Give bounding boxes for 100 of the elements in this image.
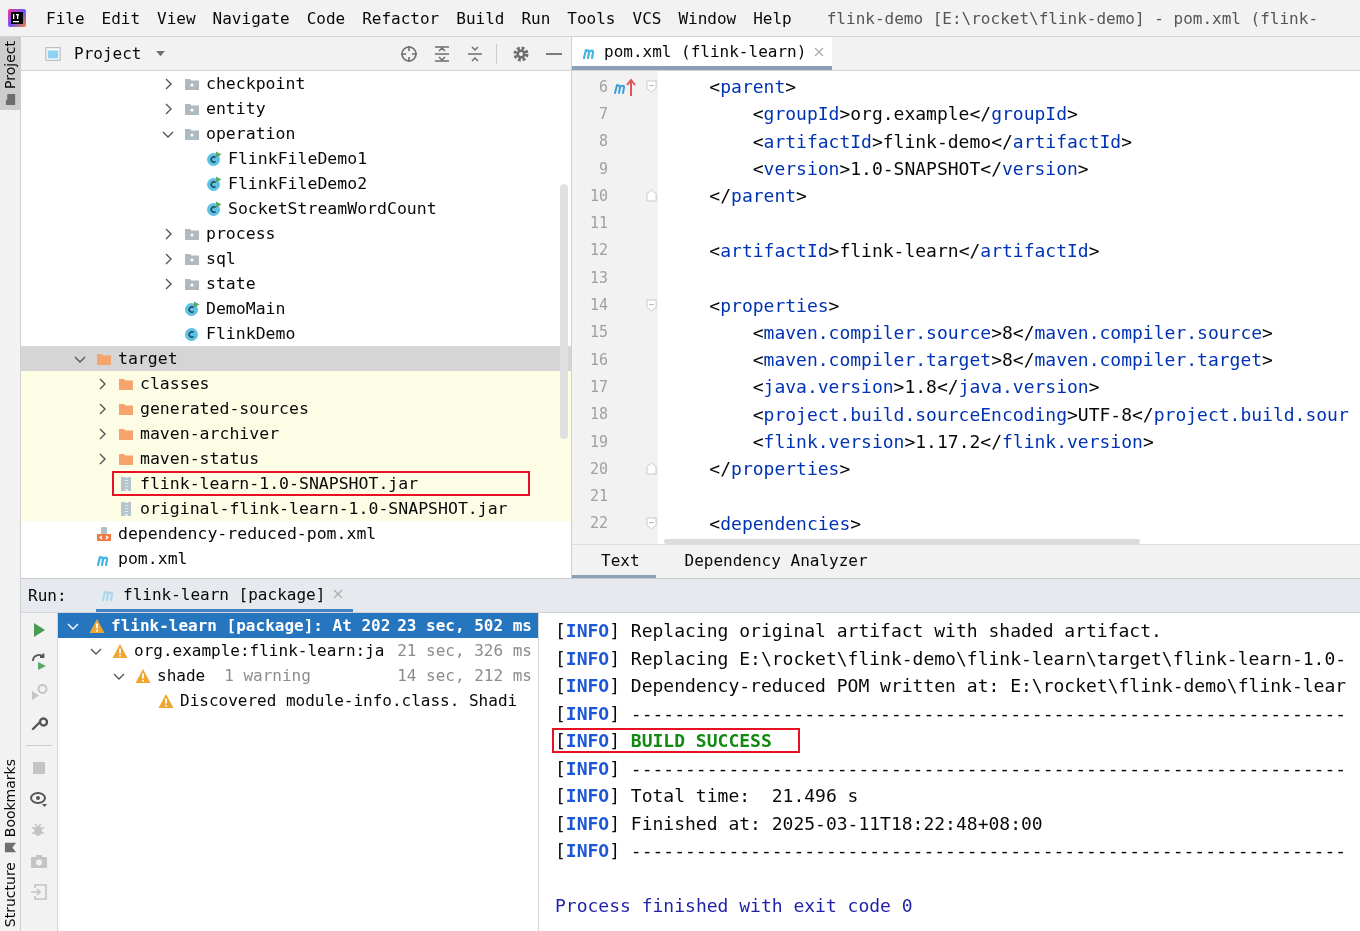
line-number: 12 xyxy=(588,241,608,260)
expand-all-icon[interactable] xyxy=(433,44,451,63)
menu-item[interactable]: Tools xyxy=(567,8,616,28)
panel-title: Run: xyxy=(27,585,68,607)
tree-item[interactable]: sql xyxy=(21,246,571,271)
tree-item[interactable]: DemoMain xyxy=(21,296,571,321)
rerun-icon[interactable] xyxy=(30,652,48,670)
override-marker-icon[interactable] xyxy=(614,76,636,97)
collapse-all-icon[interactable] xyxy=(466,44,484,63)
menu-item[interactable]: Edit xyxy=(101,8,141,28)
editor-tab[interactable]: pom.xml (flink-learn) xyxy=(572,37,833,70)
code-line: </parent> xyxy=(708,185,807,207)
archive-icon xyxy=(118,500,134,517)
menu-item[interactable]: File xyxy=(46,8,85,28)
code-line: <artifactId>flink-learn</artifactId> xyxy=(708,239,1100,261)
tree-item[interactable]: FlinkDemo xyxy=(21,321,571,346)
panel-title[interactable]: Project xyxy=(74,44,142,63)
line-number: 6 xyxy=(597,77,608,96)
eye-icon[interactable] xyxy=(30,790,48,808)
warning-count: 1 warning xyxy=(224,666,311,685)
xml-file-icon xyxy=(96,525,112,542)
console-line: [INFO] ------------------------------------------------------------------ xyxy=(554,839,1348,864)
tree-item[interactable]: process xyxy=(21,221,571,246)
tree-item[interactable]: operation xyxy=(21,121,571,146)
line-number: 15 xyxy=(588,323,608,342)
line-number: 19 xyxy=(588,432,608,451)
line-number: 10 xyxy=(588,186,608,205)
tree-item[interactable]: classes xyxy=(21,371,571,396)
tree-item[interactable]: FlinkFileDemo2 xyxy=(21,171,571,196)
menu-item[interactable]: Help xyxy=(753,8,792,28)
warning-icon xyxy=(112,642,128,659)
close-icon[interactable] xyxy=(814,46,825,57)
line-number: 21 xyxy=(588,487,608,506)
line-number: 8 xyxy=(597,132,608,151)
tool-window-tab[interactable]: Structure xyxy=(0,857,20,931)
tool-window-tab[interactable]: Project xyxy=(0,37,20,110)
runnable-class-icon xyxy=(206,175,222,192)
runnable-class-icon xyxy=(184,300,200,317)
run-tree-item[interactable]: org.example:flink-learn:ja 21 sec, 326 ms xyxy=(58,638,538,663)
window-icon xyxy=(45,45,61,62)
tree-item[interactable]: original-flink-learn-1.0-SNAPSHOT.jar xyxy=(21,496,571,521)
code-line: <version>1.0-SNAPSHOT</version> xyxy=(751,158,1089,180)
duration-text: 14 sec, 212 ms xyxy=(397,666,532,685)
line-number: 11 xyxy=(588,214,608,233)
line-number: 18 xyxy=(588,405,608,424)
scrollbar[interactable] xyxy=(560,184,568,439)
tree-item[interactable]: generated-sources xyxy=(21,396,571,421)
tree-item[interactable]: state xyxy=(21,271,571,296)
scrollbar[interactable] xyxy=(664,539,1140,544)
tool-window-tab[interactable]: Bookmarks xyxy=(0,754,20,858)
code-line: <artifactId>flink-demo</artifactId> xyxy=(751,130,1133,152)
line-number: 13 xyxy=(588,268,608,287)
code-line: <project.build.sourceEncoding>UTF-8</project.build.sour xyxy=(751,403,1349,425)
tree-item[interactable]: SocketStreamWordCount xyxy=(21,196,571,221)
editor-view-tab[interactable]: Dependency Analyzer xyxy=(655,545,884,578)
console-line: Process finished with exit code 0 xyxy=(554,894,914,919)
dropdown-caret-icon[interactable] xyxy=(155,50,167,57)
app-logo-icon[interactable] xyxy=(8,9,26,27)
menu-item[interactable]: Code xyxy=(306,8,346,28)
menu-item[interactable]: VCS xyxy=(632,8,662,28)
tree-item[interactable]: dependency-reduced-pom.xml xyxy=(21,521,571,546)
code-line: <flink.version>1.17.2</flink.version> xyxy=(751,431,1154,452)
console-line: [INFO] ------------------------------------------------------------------ xyxy=(554,701,1348,726)
menu-item[interactable]: Build xyxy=(456,8,505,28)
tree-item[interactable]: entity xyxy=(21,96,571,121)
console-line: [INFO] Dependency-reduced POM written at: E:\rocket\flink-demo\flink-lear xyxy=(554,674,1348,699)
settings-icon[interactable] xyxy=(512,44,530,63)
menu-item[interactable]: Navigate xyxy=(212,8,290,28)
tree-item[interactable]: flink-learn-1.0-SNAPSHOT.jar xyxy=(21,471,571,496)
bookmark-icon xyxy=(3,840,17,854)
archive-icon xyxy=(118,475,134,492)
menu-item[interactable]: Run xyxy=(521,8,551,28)
line-number: 22 xyxy=(588,514,608,533)
console-line: [INFO] Replacing original artifact with shaded artifact. xyxy=(554,619,1163,644)
run-tree-item[interactable]: shade 1 warning 14 sec, 212 ms xyxy=(58,663,538,688)
tree-item[interactable]: FlinkFileDemo1 xyxy=(21,146,571,171)
crosshair-icon[interactable] xyxy=(400,44,418,63)
tree-item[interactable]: maven-status xyxy=(21,446,571,471)
tree-item[interactable]: maven-archiver xyxy=(21,421,571,446)
code-line: <maven.compiler.target>8</maven.compiler.target> xyxy=(751,349,1273,371)
console-line: [INFO] Finished at: 2025-03-11T18:22:48+08:00 xyxy=(554,811,1044,836)
menu-item[interactable]: Refactor xyxy=(362,8,440,28)
tree-item[interactable]: pom.xml xyxy=(21,546,571,571)
code-line: <parent> xyxy=(708,76,797,98)
menu-item[interactable]: View xyxy=(157,8,196,28)
line-number: 17 xyxy=(588,377,608,396)
duration-text: 23 sec, 502 ms xyxy=(397,616,532,635)
run-tree-item[interactable]: flink-learn [package]: At 202 23 sec, 502 ms xyxy=(58,613,538,638)
tree-item[interactable]: target xyxy=(21,346,571,371)
tree-item[interactable]: checkpoint xyxy=(21,71,571,96)
folder-icon xyxy=(3,92,17,106)
line-number: 14 xyxy=(588,296,608,314)
warning-icon xyxy=(89,617,105,634)
window-title: flink-demo [E:\rocket\flink-demo] - pom.xml (flink- xyxy=(826,8,1318,28)
warning-icon xyxy=(135,667,151,684)
class-icon xyxy=(184,325,200,342)
run-tree-item[interactable]: Discovered module-info.class. Shadi xyxy=(58,688,538,713)
console-line: [INFO] Total time: 21.496 s xyxy=(554,784,860,809)
runnable-class-icon xyxy=(206,200,222,217)
menu-item[interactable]: Window xyxy=(678,8,737,28)
